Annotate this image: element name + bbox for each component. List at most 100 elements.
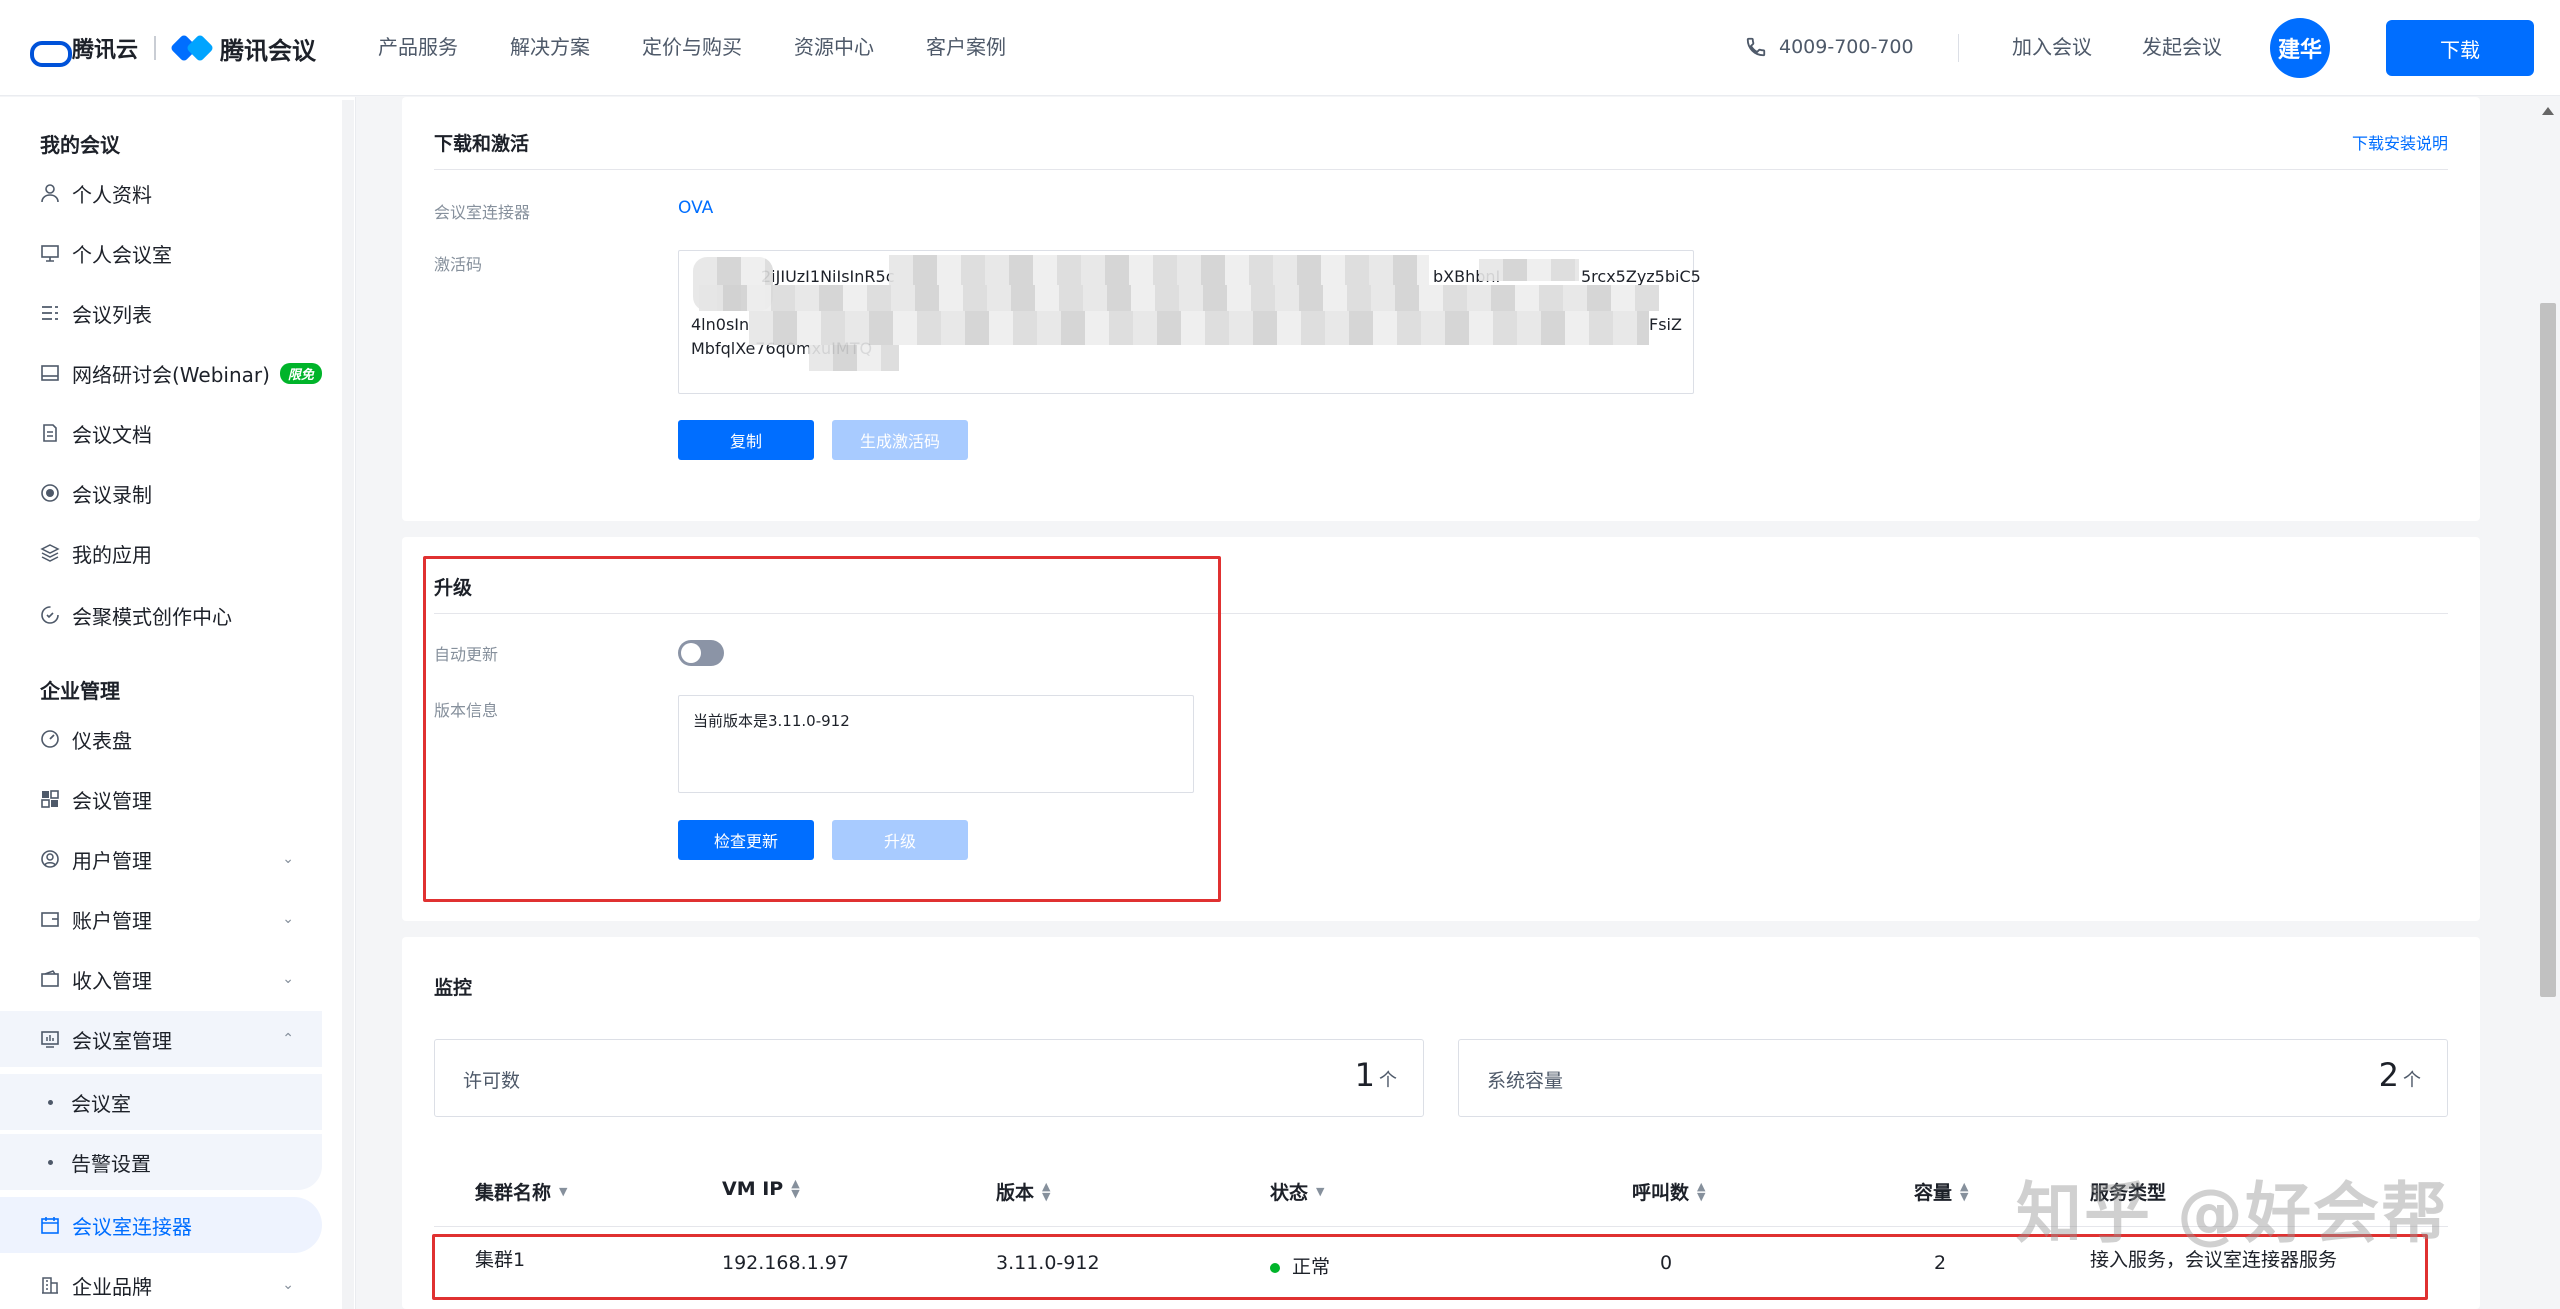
- sidebar-item-label: 企业品牌: [72, 1274, 152, 1299]
- phone-icon: [1746, 37, 1766, 57]
- column-header-status[interactable]: 状态 ▼: [1270, 1178, 1324, 1205]
- sort-icon: ▲ ▼: [791, 1177, 800, 1200]
- scrollbar-thumb[interactable]: [2540, 303, 2556, 997]
- sidebar-item-room-manage[interactable]: 会议室管理 ⌃: [0, 1011, 322, 1067]
- wallet-icon: [40, 909, 60, 929]
- sidebar-item-personal-room[interactable]: 个人会议室: [0, 225, 322, 281]
- section-title-monitor: 监控: [434, 977, 473, 999]
- sidebar-item-label: 会议室管理: [72, 1028, 172, 1053]
- chevron-down-icon: ⌄: [282, 1277, 294, 1293]
- top-navigation-bar: 腾讯云 腾讯会议 产品服务 解决方案 定价与购买 资源中心 客户案例 4009-…: [0, 0, 2560, 96]
- scroll-up-icon[interactable]: [2542, 107, 2554, 115]
- sidebar: 我的会议 个人资料 个人会议室 会议列表 网络研讨会(Webinar) 限免 会…: [0, 97, 356, 1309]
- sidebar-item-label: 用户管理: [72, 848, 152, 873]
- sort-icon: ▲ ▼: [1042, 1179, 1051, 1203]
- code-line3-start: 4ln0sIn: [691, 315, 750, 334]
- sidebar-item-label: 收入管理: [72, 968, 152, 993]
- grid-icon: [40, 789, 60, 809]
- sort-icon: ▲ ▼: [1960, 1179, 1969, 1203]
- sidebar-item-income-manage[interactable]: 收入管理 ⌄: [0, 951, 322, 1007]
- tencent-meeting-logo-icon: [172, 36, 214, 60]
- system-capacity-label: 系统容量: [1487, 1070, 1564, 1092]
- sidebar-item-profile[interactable]: 个人资料: [0, 165, 322, 221]
- sidebar-item-label: 账户管理: [72, 908, 152, 933]
- sidebar-item-my-apps[interactable]: 我的应用: [0, 525, 322, 581]
- sidebar-item-label: 会议录制: [72, 482, 152, 507]
- sidebar-item-meeting-manage[interactable]: 会议管理: [0, 771, 322, 827]
- activation-code-label: 激活码: [434, 255, 483, 274]
- sidebar-subitem-alert-settings[interactable]: 告警设置: [0, 1134, 322, 1190]
- code-line3-end: FsiZ: [1649, 315, 1682, 334]
- redaction-blur: [809, 345, 899, 371]
- watermark: 知乎 @好会帮: [2016, 1175, 2449, 1252]
- sidebar-item-meeting-list[interactable]: 会议列表: [0, 285, 322, 341]
- column-header-version[interactable]: 版本 ▲ ▼: [996, 1178, 1050, 1205]
- system-capacity-value: 2个: [2378, 1056, 2421, 1094]
- license-count-value: 1个: [1354, 1056, 1397, 1094]
- connector-label: 会议室连接器: [434, 203, 531, 222]
- copy-button[interactable]: 复制: [678, 420, 814, 460]
- sidebar-item-recording[interactable]: 会议录制: [0, 465, 322, 521]
- sidebar-item-dashboard[interactable]: 仪表盘: [0, 711, 322, 767]
- users-icon: [40, 849, 60, 869]
- sidebar-item-webinar[interactable]: 网络研讨会(Webinar) 限免: [0, 345, 322, 401]
- activation-code-box[interactable]: 2iJIUzI1NiIsInR5c bXBhbnI 5rcx5Zyz5biC5 …: [678, 250, 1701, 394]
- column-header-vm-ip[interactable]: VM IP ▲ ▼: [722, 1178, 800, 1200]
- nav-products[interactable]: 产品服务: [378, 30, 458, 64]
- list-icon: [40, 303, 60, 323]
- column-header-calls[interactable]: 呼叫数 ▲ ▼: [1632, 1178, 1705, 1205]
- sidebar-item-label: 会议文档: [72, 422, 152, 447]
- chevron-up-icon: ⌃: [282, 1031, 294, 1047]
- apps-icon: [40, 543, 60, 563]
- start-meeting-link[interactable]: 发起会议: [2142, 30, 2222, 64]
- nav-resources[interactable]: 资源中心: [794, 30, 874, 64]
- sidebar-item-label: 网络研讨会(Webinar): [72, 362, 270, 387]
- nav-solutions[interactable]: 解决方案: [510, 30, 590, 64]
- column-header-cluster[interactable]: 集群名称 ▼: [475, 1178, 567, 1205]
- sidebar-item-label: 会聚模式创作中心: [72, 604, 232, 629]
- redaction-blur: [749, 311, 1649, 345]
- sidebar-item-documents[interactable]: 会议文档: [0, 405, 322, 461]
- avatar[interactable]: 建华: [2270, 18, 2330, 78]
- sidebar-group-my-meetings: 我的会议: [40, 133, 120, 157]
- nav-cases[interactable]: 客户案例: [926, 30, 1006, 64]
- install-guide-link[interactable]: 下载安装说明: [2352, 130, 2448, 154]
- logo-divider: [154, 36, 157, 60]
- download-button[interactable]: 下载: [2386, 20, 2534, 76]
- highlight-box-upgrade: [423, 556, 1221, 902]
- free-badge: 限免: [279, 362, 322, 384]
- generate-code-button[interactable]: 生成激活码: [832, 420, 968, 460]
- redaction-blur: [1479, 259, 1579, 281]
- download-activation-card: 下载和激活 下载安装说明 会议室连接器 OVA 激活码 2iJIUzI1NiIs…: [402, 97, 2480, 521]
- sidebar-item-creative-center[interactable]: 会聚模式创作中心: [0, 587, 322, 643]
- section-title-download: 下载和激活: [434, 133, 530, 155]
- filter-icon: ▼: [1316, 1184, 1325, 1198]
- column-header-capacity[interactable]: 容量 ▲ ▼: [1914, 1178, 1968, 1205]
- phone-number: 4009-700-700: [1779, 36, 1914, 58]
- document-icon: [40, 423, 60, 443]
- user-icon: [40, 183, 60, 203]
- license-count-label: 许可数: [463, 1070, 521, 1092]
- sidebar-item-room-connector[interactable]: 会议室连接器: [0, 1197, 322, 1253]
- ova-link[interactable]: OVA: [678, 198, 713, 218]
- sidebar-subitem-label: 会议室: [71, 1091, 131, 1116]
- room-manage-icon: [40, 1029, 60, 1049]
- brand-tencent-cloud: 腾讯云: [72, 38, 139, 63]
- building-icon: [40, 1275, 60, 1295]
- brand-tencent-meeting: 腾讯会议: [220, 36, 317, 65]
- redaction-blur: [889, 255, 1429, 285]
- nav-pricing[interactable]: 定价与购买: [642, 30, 742, 64]
- sidebar-scrollbar[interactable]: [342, 100, 354, 1309]
- sidebar-item-account-manage[interactable]: 账户管理 ⌄: [0, 891, 322, 947]
- chevron-down-icon: ⌄: [282, 971, 294, 987]
- sidebar-item-user-manage[interactable]: 用户管理 ⌄: [0, 831, 322, 887]
- page-scrollbar[interactable]: [2536, 97, 2560, 1309]
- sidebar-subitem-room[interactable]: 会议室: [0, 1074, 322, 1130]
- logo[interactable]: 腾讯云 腾讯会议: [28, 28, 316, 68]
- sidebar-subitem-label: 告警设置: [71, 1151, 151, 1176]
- join-meeting-link[interactable]: 加入会议: [2012, 30, 2092, 64]
- sidebar-item-brand[interactable]: 企业品牌 ⌄: [0, 1257, 322, 1309]
- record-icon: [40, 483, 60, 503]
- bullet-icon: [48, 1099, 53, 1105]
- creative-icon: [40, 605, 60, 625]
